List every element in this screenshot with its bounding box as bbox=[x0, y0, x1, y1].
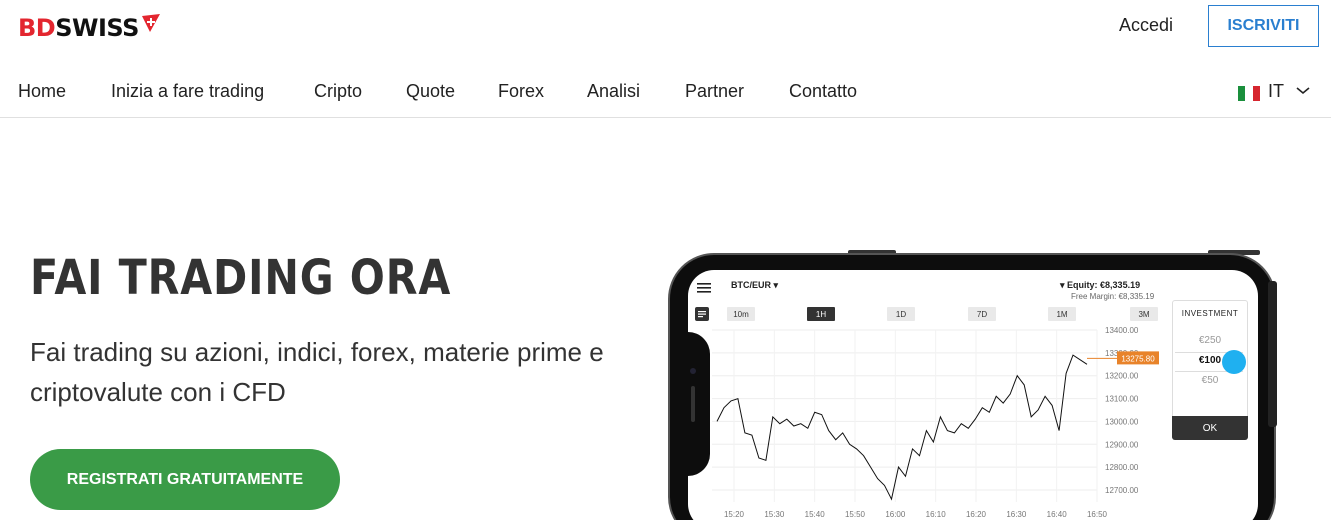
orders-icon[interactable] bbox=[695, 307, 709, 321]
caret-down-icon: ▾ bbox=[1060, 280, 1065, 290]
caret-down-icon: ▾ bbox=[773, 280, 779, 290]
timeframe-tab-10m[interactable]: 10m bbox=[727, 307, 755, 321]
y-tick-label: 13400.00 bbox=[1105, 326, 1139, 335]
signup-button[interactable]: ISCRIVITI bbox=[1208, 5, 1319, 47]
free-margin-label: Free Margin: €8,335.19 bbox=[1071, 292, 1155, 301]
x-tick-label: 16:20 bbox=[966, 510, 987, 519]
italy-flag-icon bbox=[1238, 85, 1260, 101]
x-tick-label: 16:10 bbox=[926, 510, 947, 519]
symbol-selector[interactable]: BTC/EUR ▾ bbox=[731, 280, 778, 291]
symbol-label: BTC/EUR bbox=[731, 280, 771, 290]
nav-item-home[interactable]: Home bbox=[18, 81, 66, 102]
bdswiss-logo[interactable]: BD SWISS bbox=[18, 13, 162, 43]
current-price-label: 13275.80 bbox=[1121, 354, 1155, 363]
chevron-down-icon bbox=[1296, 86, 1310, 94]
register-free-button[interactable]: REGISTRATI GRATUITAMENTE bbox=[30, 449, 340, 510]
login-link[interactable]: Accedi bbox=[1119, 15, 1173, 36]
logo-text-swiss: SWISS bbox=[55, 14, 139, 42]
y-tick-label: 13100.00 bbox=[1105, 395, 1139, 404]
x-tick-label: 15:40 bbox=[805, 510, 826, 519]
phone-side-button bbox=[1268, 281, 1277, 427]
timeframe-tab-7d[interactable]: 7D bbox=[968, 307, 996, 321]
y-tick-label: 12900.00 bbox=[1105, 440, 1139, 449]
x-tick-label: 15:30 bbox=[764, 510, 785, 519]
y-tick-label: 12700.00 bbox=[1105, 486, 1139, 495]
hamburger-menu-icon[interactable] bbox=[697, 283, 711, 293]
x-tick-label: 16:40 bbox=[1047, 510, 1068, 519]
logo-text-bd: BD bbox=[18, 14, 56, 42]
investment-title: INVESTMENT bbox=[1181, 309, 1239, 318]
language-code: IT bbox=[1268, 81, 1284, 101]
x-tick-label: 16:00 bbox=[885, 510, 906, 519]
y-tick-label: 13200.00 bbox=[1105, 372, 1139, 381]
price-line bbox=[716, 354, 1088, 501]
x-tick-label: 15:20 bbox=[724, 510, 745, 519]
timeframe-tab-1m[interactable]: 1M bbox=[1048, 307, 1076, 321]
y-tick-label: 12800.00 bbox=[1105, 463, 1139, 472]
main-nav: Home Inizia a fare trading Cripto Quote … bbox=[0, 70, 1331, 118]
equity-display[interactable]: ▾ Equity: €8,335.19 bbox=[1060, 280, 1140, 291]
nav-item-crypto[interactable]: Cripto bbox=[314, 81, 362, 102]
y-tick-label: 13000.00 bbox=[1105, 417, 1139, 426]
investment-slider-knob[interactable] bbox=[1222, 350, 1246, 374]
top-bar: BD SWISS Accedi ISCRIVITI bbox=[0, 0, 1331, 58]
ok-button[interactable]: OK bbox=[1172, 416, 1248, 440]
nav-item-contact[interactable]: Contatto bbox=[789, 81, 857, 102]
hero-subtitle: Fai trading su azioni, indici, forex, ma… bbox=[30, 337, 604, 407]
timeframe-tab-1h[interactable]: 1H bbox=[807, 307, 835, 321]
nav-item-start-trading[interactable]: Inizia a fare trading bbox=[111, 81, 264, 102]
logo-swiss-cross-icon bbox=[141, 14, 160, 32]
nav-item-forex[interactable]: Forex bbox=[498, 81, 544, 102]
equity-label: Equity: €8,335.19 bbox=[1067, 280, 1141, 290]
investment-option-50[interactable]: €50 bbox=[1172, 375, 1248, 386]
price-chart[interactable]: 13400.0013300.0013200.0013100.0013000.00… bbox=[712, 325, 1162, 520]
timeframe-tab-3m[interactable]: 3M bbox=[1130, 307, 1158, 321]
x-tick-label: 15:50 bbox=[845, 510, 866, 519]
phone-speaker bbox=[691, 386, 695, 422]
language-selector[interactable]: IT bbox=[1238, 81, 1310, 102]
investment-option-250[interactable]: €250 bbox=[1172, 335, 1248, 346]
hero-title: FAI TRADING ORA bbox=[30, 250, 452, 306]
nav-item-quotes[interactable]: Quote bbox=[406, 81, 455, 102]
nav-item-partner[interactable]: Partner bbox=[685, 81, 744, 102]
phone-camera bbox=[690, 368, 696, 374]
timeframe-tab-1d[interactable]: 1D bbox=[887, 307, 915, 321]
nav-item-analysis[interactable]: Analisi bbox=[587, 81, 640, 102]
x-tick-label: 16:30 bbox=[1006, 510, 1027, 519]
x-tick-label: 16:50 bbox=[1087, 510, 1108, 519]
